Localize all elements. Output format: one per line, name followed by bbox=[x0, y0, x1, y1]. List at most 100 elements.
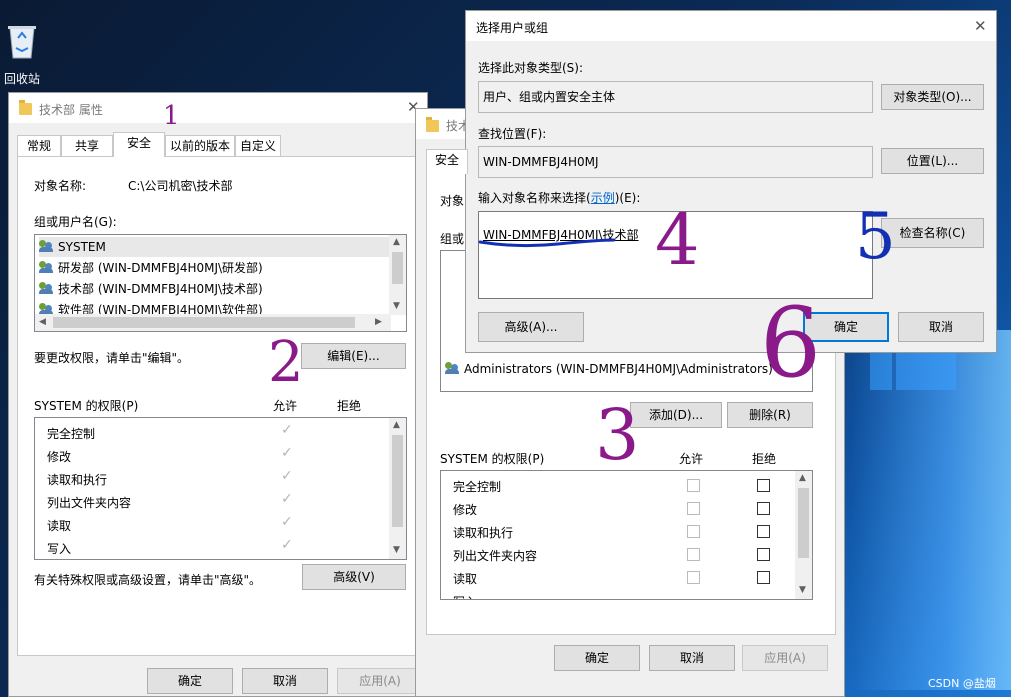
scroll-down-icon[interactable]: ▼ bbox=[393, 301, 400, 311]
check-names-button[interactable]: 检查名称(C) bbox=[881, 218, 984, 248]
deny-header: 拒绝 bbox=[752, 452, 777, 466]
deny-checkbox[interactable] bbox=[757, 502, 770, 515]
permissions-listbox[interactable]: 完全控制 ✓ 修改 ✓ 读取和执行 ✓ 列出文件夹内容 ✓ 读取 ✓ 写入 ✓ … bbox=[34, 417, 407, 560]
deny-checkbox[interactable] bbox=[757, 525, 770, 538]
folder-icon bbox=[19, 100, 32, 115]
deny-checkbox[interactable] bbox=[757, 571, 770, 584]
scroll-thumb[interactable] bbox=[392, 435, 403, 527]
deny-checkbox[interactable] bbox=[757, 548, 770, 561]
security-tab-panel: 对象名称: C:\公司机密\技术部 组或用户名(G): SYSTEM 研发部 (… bbox=[17, 156, 421, 656]
tab-general[interactable]: 常规 bbox=[17, 135, 61, 157]
annotation-number: 4 bbox=[655, 199, 700, 281]
close-icon[interactable]: ✕ bbox=[974, 17, 987, 35]
tab-security[interactable]: 安全 bbox=[426, 149, 468, 174]
properties-dialog-left: 技术部 属性 ✕ 常规 共享 安全 以前的版本 自定义 对象名称: C:\公司机… bbox=[8, 92, 428, 697]
cancel-button[interactable]: 取消 bbox=[242, 668, 328, 694]
scroll-down-icon[interactable]: ▼ bbox=[393, 545, 400, 555]
permissions-header: SYSTEM 的权限(P) bbox=[34, 399, 139, 413]
users-icon bbox=[39, 240, 55, 252]
list-item[interactable]: 技术部 (WIN-DMMFBJ4H0MJ\技术部) bbox=[39, 279, 263, 299]
users-icon bbox=[39, 282, 55, 294]
window-title: 技术部 属性 bbox=[39, 103, 103, 117]
permission-name: 列出文件夹内容 bbox=[453, 549, 538, 563]
annotation-number: 1 bbox=[163, 101, 180, 131]
folder-icon bbox=[426, 117, 439, 132]
window-title: 选择用户或组 bbox=[476, 21, 549, 35]
object-name-label: 对象 bbox=[440, 194, 465, 208]
list-item[interactable]: 研发部 (WIN-DMMFBJ4H0MJ\研发部) bbox=[39, 258, 263, 278]
add-button[interactable]: 添加(D)... bbox=[630, 402, 722, 428]
advanced-button[interactable]: 高级(V) bbox=[302, 564, 406, 590]
permission-name: 读取和执行 bbox=[47, 473, 108, 487]
recycle-bin-icon bbox=[8, 26, 36, 59]
ok-button[interactable]: 确定 bbox=[147, 668, 233, 694]
object-name-value: C:\公司机密\技术部 bbox=[128, 179, 233, 193]
examples-link[interactable]: 示例 bbox=[591, 191, 615, 205]
check-icon: ✓ bbox=[281, 422, 293, 438]
ok-button[interactable]: 确定 bbox=[554, 645, 640, 671]
recycle-bin[interactable] bbox=[4, 20, 44, 60]
scroll-left-icon[interactable]: ◀ bbox=[39, 317, 46, 327]
annotation-number: 5 bbox=[855, 200, 896, 274]
permission-name: 读取和执行 bbox=[453, 526, 514, 540]
allow-header: 允许 bbox=[679, 452, 704, 466]
scroll-up-icon[interactable]: ▲ bbox=[393, 420, 400, 430]
groups-listbox[interactable]: SYSTEM 研发部 (WIN-DMMFBJ4H0MJ\研发部) 技术部 (WI… bbox=[34, 234, 407, 332]
allow-checkbox[interactable] bbox=[687, 548, 700, 561]
scroll-thumb[interactable] bbox=[798, 488, 809, 558]
permissions-listbox[interactable]: 完全控制 修改 读取和执行 列出文件夹内容 读取 写入 ▲ ▼ bbox=[440, 470, 813, 600]
deny-checkbox[interactable] bbox=[757, 479, 770, 492]
allow-checkbox[interactable] bbox=[687, 571, 700, 584]
location-label: 查找位置(F): bbox=[478, 127, 547, 141]
annotation-number: 6 bbox=[760, 287, 822, 399]
change-permission-text: 要更改权限，请单击"编辑"。 bbox=[34, 351, 190, 365]
apply-button[interactable]: 应用(A) bbox=[742, 645, 828, 671]
scroll-thumb[interactable] bbox=[392, 252, 403, 284]
recycle-bin-label: 回收站 bbox=[4, 72, 41, 86]
scroll-up-icon[interactable]: ▲ bbox=[393, 237, 400, 247]
scroll-right-icon[interactable]: ▶ bbox=[375, 317, 382, 327]
permission-name: 完全控制 bbox=[47, 427, 96, 441]
advanced-button[interactable]: 高级(A)... bbox=[478, 312, 584, 342]
titlebar: 选择用户或组 ✕ bbox=[466, 11, 996, 41]
tab-custom[interactable]: 自定义 bbox=[235, 135, 281, 157]
apply-button[interactable]: 应用(A) bbox=[337, 668, 423, 694]
annotation-number: 2 bbox=[268, 330, 304, 395]
object-name-label: 对象名称: bbox=[34, 179, 87, 193]
allow-checkbox[interactable] bbox=[687, 479, 700, 492]
object-type-label: 选择此对象类型(S): bbox=[478, 61, 584, 75]
check-icon: ✓ bbox=[281, 491, 293, 507]
list-item[interactable]: SYSTEM bbox=[39, 237, 389, 257]
list-item[interactable]: Administrators (WIN-DMMFBJ4H0MJ\Administ… bbox=[445, 359, 773, 379]
allow-checkbox[interactable] bbox=[687, 525, 700, 538]
object-type-button[interactable]: 对象类型(O)... bbox=[881, 84, 984, 110]
scroll-up-icon[interactable]: ▲ bbox=[799, 473, 806, 483]
remove-button[interactable]: 删除(R) bbox=[727, 402, 813, 428]
annotation-number: 3 bbox=[595, 394, 640, 476]
tab-share[interactable]: 共享 bbox=[61, 135, 113, 157]
edit-button[interactable]: 编辑(E)... bbox=[301, 343, 406, 369]
scroll-down-icon[interactable]: ▼ bbox=[799, 585, 806, 595]
vertical-scrollbar[interactable]: ▲ ▼ bbox=[795, 471, 812, 599]
allow-checkbox[interactable] bbox=[687, 502, 700, 515]
permissions-header: SYSTEM 的权限(P) bbox=[440, 452, 545, 466]
horizontal-scrollbar[interactable]: ◀ ▶ bbox=[35, 314, 391, 331]
cancel-button[interactable]: 取消 bbox=[898, 312, 984, 342]
tab-security[interactable]: 安全 bbox=[113, 132, 165, 157]
allow-header: 允许 bbox=[273, 399, 298, 413]
users-icon bbox=[445, 362, 461, 374]
groups-label: 组或 bbox=[440, 232, 465, 246]
check-icon: ✓ bbox=[281, 537, 293, 553]
vertical-scrollbar[interactable]: ▲ ▼ bbox=[389, 235, 406, 315]
check-icon: ✓ bbox=[281, 514, 293, 530]
scroll-thumb[interactable] bbox=[53, 317, 355, 328]
tab-previous-versions[interactable]: 以前的版本 bbox=[165, 135, 235, 157]
permission-name: 修改 bbox=[453, 503, 478, 517]
deny-header: 拒绝 bbox=[337, 399, 362, 413]
cancel-button[interactable]: 取消 bbox=[649, 645, 735, 671]
location-button[interactable]: 位置(L)... bbox=[881, 148, 984, 174]
permission-name: 写入 bbox=[453, 593, 477, 599]
titlebar: 技术部 属性 ✕ bbox=[9, 93, 427, 123]
vertical-scrollbar[interactable]: ▲ ▼ bbox=[389, 418, 406, 559]
check-icon: ✓ bbox=[281, 468, 293, 484]
